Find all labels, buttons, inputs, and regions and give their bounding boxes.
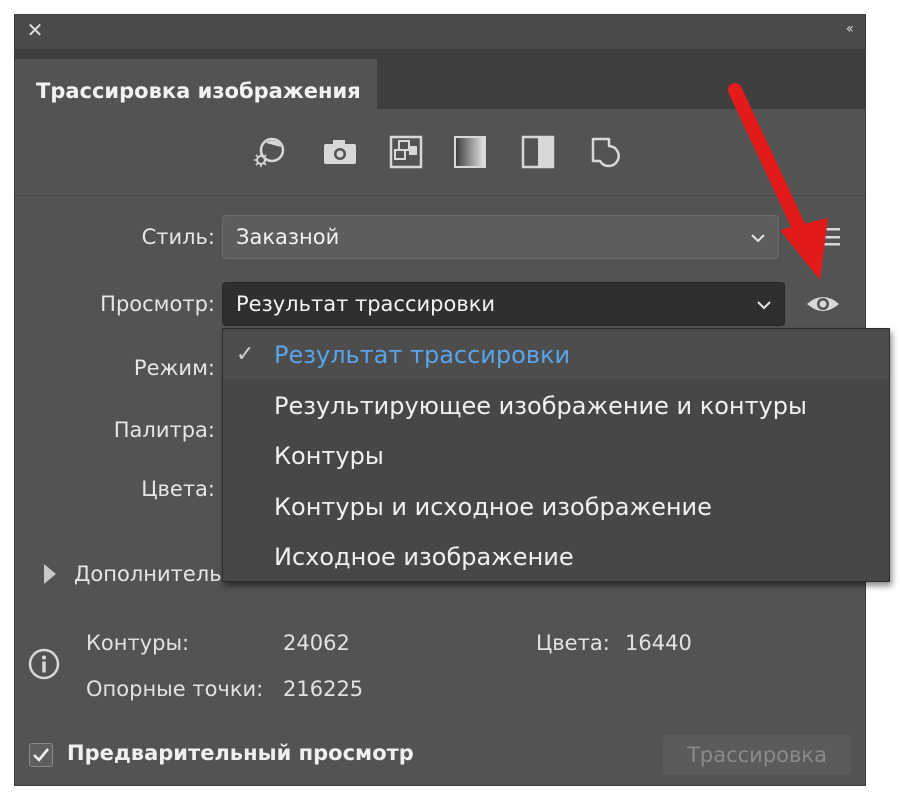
dropdown-item-label: Контуры и исходное изображение [274, 493, 712, 521]
dropdown-item-result-with-paths[interactable]: Результирующее изображение и контуры [223, 382, 889, 430]
chevron-down-icon [751, 234, 765, 243]
style-label: Стиль: [141, 225, 215, 249]
outline-shape-icon[interactable] [587, 133, 625, 171]
checkmark-icon [33, 748, 50, 762]
view-select[interactable]: Результат трассировки [222, 282, 785, 326]
style-select[interactable]: Заказной [222, 215, 779, 259]
paths-value: 24062 [283, 631, 350, 655]
image-trace-panel: ✕ ‹‹ Трассировка изображения Стиль: Зака… [14, 14, 890, 786]
advanced-disclosure-triangle[interactable] [44, 564, 56, 584]
dropdown-item-source-image[interactable]: Исходное изображение [223, 533, 889, 581]
grid-icon[interactable] [387, 133, 425, 171]
trace-button[interactable]: Трассировка [663, 735, 851, 775]
info-icon [28, 648, 60, 680]
panel-titlebar: ✕ ‹‹ [15, 15, 865, 49]
dropdown-item-trace-result[interactable]: ✓ Результат трассировки [223, 331, 889, 379]
style-select-value: Заказной [236, 225, 340, 249]
dropdown-item-label: Контуры [274, 442, 384, 470]
view-label: Просмотр: [100, 292, 215, 316]
camera-icon[interactable] [321, 133, 359, 171]
checkmark-icon: ✓ [236, 342, 255, 367]
anchors-label: Опорные точки: [86, 677, 264, 701]
dropdown-item-label: Результирующее изображение и контуры [274, 392, 807, 420]
colors-label: Цвета: [141, 477, 215, 501]
eye-icon[interactable] [805, 292, 841, 316]
preview-label: Предварительный просмотр [67, 741, 414, 765]
colors-count-value: 16440 [625, 631, 692, 655]
divider [15, 195, 865, 196]
dropdown-item-label: Исходное изображение [274, 543, 574, 571]
paths-label: Контуры: [86, 631, 190, 655]
presets-list-icon[interactable] [811, 224, 841, 250]
collapse-panel-icon[interactable]: ‹‹ [846, 21, 854, 37]
view-select-value: Результат трассировки [236, 292, 496, 316]
colors-count-label: Цвета: [536, 631, 610, 655]
tab-image-trace[interactable]: Трассировка изображения [15, 59, 377, 123]
preview-checkbox[interactable] [29, 743, 53, 767]
close-icon[interactable]: ✕ [24, 19, 46, 41]
dropdown-item-paths[interactable]: Контуры [223, 432, 889, 480]
mode-label: Режим: [133, 356, 215, 380]
dropdown-item-paths-and-source[interactable]: Контуры и исходное изображение [223, 483, 889, 531]
anchors-value: 216225 [283, 677, 364, 701]
auto-color-icon[interactable] [251, 133, 289, 171]
chevron-down-icon [757, 301, 771, 310]
dropdown-item-label: Результат трассировки [274, 341, 571, 369]
tab-strip: Трассировка изображения [15, 49, 865, 123]
palette-label: Палитра: [113, 418, 215, 442]
gradient-icon[interactable] [451, 133, 489, 171]
half-contrast-icon[interactable] [519, 133, 557, 171]
view-dropdown-menu: ✓ Результат трассировки Результирующее и… [222, 328, 890, 582]
